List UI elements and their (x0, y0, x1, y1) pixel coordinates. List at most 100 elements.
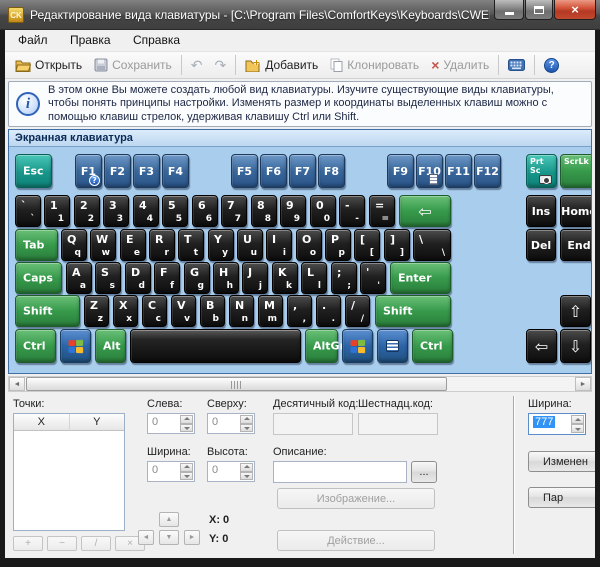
key-8[interactable]: 88 (251, 195, 277, 227)
key-space[interactable] (130, 329, 301, 363)
point-line-tool[interactable]: − (47, 536, 77, 551)
key-x[interactable]: Xx (113, 295, 138, 327)
key-c[interactable]: Cc (142, 295, 167, 327)
key-prtsc[interactable]: Prt Sc (526, 154, 557, 188)
key-z[interactable]: Zz (84, 295, 109, 327)
nudge-up-button[interactable]: ▲ (159, 512, 179, 527)
nudge-down-button[interactable]: ▼ (159, 530, 179, 545)
key-h[interactable]: Hh (213, 262, 239, 294)
maximize-button[interactable] (525, 0, 553, 20)
key-comma[interactable]: ,, (287, 295, 312, 327)
nudge-left-button[interactable]: ◄ (138, 530, 154, 545)
key-f5[interactable]: F5 (231, 154, 258, 188)
key-r[interactable]: Rr (149, 229, 175, 261)
key-end[interactable]: End (560, 229, 592, 261)
scroll-left-button[interactable]: ◄ (9, 377, 25, 391)
delete-button[interactable]: × Удалить (425, 55, 495, 75)
key-ctrl-right[interactable]: Ctrl (412, 329, 453, 363)
key-7[interactable]: 77 (221, 195, 247, 227)
key-9[interactable]: 99 (280, 195, 306, 227)
height-spinner[interactable]: 0 (207, 461, 255, 482)
key-backquote[interactable]: `` (15, 195, 41, 227)
key-p[interactable]: Pp (325, 229, 351, 261)
key-n[interactable]: Nn (229, 295, 254, 327)
key-f11[interactable]: F11 (445, 154, 472, 188)
left-spinner-arrows[interactable] (180, 415, 193, 432)
height-spinner-arrows[interactable] (240, 463, 253, 480)
key-del[interactable]: Del (526, 229, 556, 261)
clone-button[interactable]: Клонировать (324, 56, 425, 74)
image-button[interactable]: Изображение... (277, 488, 435, 509)
key-f8[interactable]: F8 (318, 154, 345, 188)
title-bar[interactable]: CK Редактирование вида клавиатуры - [C:\… (0, 0, 600, 30)
key-a[interactable]: Aa (66, 262, 92, 294)
key-period[interactable]: .. (316, 295, 341, 327)
key-ctrl-left[interactable]: Ctrl (15, 329, 56, 363)
key-u[interactable]: Uu (237, 229, 263, 261)
key-enter[interactable]: Enter (390, 262, 451, 294)
key-s[interactable]: Ss (95, 262, 121, 294)
key-w[interactable]: Ww (90, 229, 116, 261)
key-tab[interactable]: Tab (15, 229, 58, 261)
action-button[interactable]: Действие... (277, 530, 435, 551)
key-slash[interactable]: // (345, 295, 370, 327)
key-i[interactable]: Ii (266, 229, 292, 261)
top-spinner-arrows[interactable] (240, 415, 253, 432)
key-shift-right[interactable]: Shift (375, 295, 451, 327)
key-e[interactable]: Ee (120, 229, 146, 261)
key-esc[interactable]: Esc (15, 154, 52, 188)
key-k[interactable]: Kk (272, 262, 298, 294)
key-1[interactable]: 11 (44, 195, 70, 227)
scrollbar-thumb[interactable] (26, 377, 447, 391)
keyboard-view-button[interactable] (502, 57, 531, 73)
left-spinner[interactable]: 0 (147, 413, 195, 434)
key-v[interactable]: Vv (171, 295, 196, 327)
key-f4[interactable]: F4 (162, 154, 189, 188)
key-o[interactable]: Oo (296, 229, 322, 261)
key-f3[interactable]: F3 (133, 154, 160, 188)
key-g[interactable]: Gg (184, 262, 210, 294)
key-l[interactable]: Ll (301, 262, 327, 294)
open-button[interactable]: Открыть (9, 56, 88, 74)
key-backspace[interactable]: ⇦ (399, 195, 451, 227)
sidebar-width-spinner-arrows[interactable] (571, 415, 584, 433)
key-0[interactable]: 00 (310, 195, 336, 227)
key-m[interactable]: Mm (258, 295, 283, 327)
add-button[interactable]: Добавить (239, 56, 324, 74)
help-button[interactable]: ? (538, 56, 565, 75)
close-button[interactable]: × (554, 0, 596, 20)
key-home[interactable]: Home (560, 195, 592, 227)
key-d[interactable]: Dd (125, 262, 151, 294)
top-spinner[interactable]: 0 (207, 413, 255, 434)
key-rbracket[interactable]: ]] (384, 229, 410, 261)
key-arrow-left[interactable]: ⇦ (526, 329, 557, 363)
point-add-tool[interactable]: + (13, 536, 43, 551)
key-ins[interactable]: Ins (526, 195, 556, 227)
menu-edit[interactable]: Правка (61, 30, 120, 50)
horizontal-scrollbar[interactable]: ◄ ► (8, 376, 592, 392)
key-backslash[interactable]: \\ (413, 229, 451, 261)
point-curve-tool[interactable]: / (81, 536, 111, 551)
key-f[interactable]: Ff (154, 262, 180, 294)
key-win-left[interactable] (60, 329, 91, 363)
change-button[interactable]: Изменен (528, 451, 595, 472)
key-f1[interactable]: F1? (75, 154, 102, 188)
key-j[interactable]: Jj (242, 262, 268, 294)
key-f9[interactable]: F9 (387, 154, 414, 188)
key-quote[interactable]: '' (360, 262, 386, 294)
key-altgr[interactable]: AltGr (305, 329, 338, 363)
decimal-code-field[interactable] (273, 413, 353, 435)
key-semicolon[interactable]: ;; (331, 262, 357, 294)
key-t[interactable]: Tt (178, 229, 204, 261)
menu-help[interactable]: Справка (124, 30, 189, 50)
key-5[interactable]: 55 (162, 195, 188, 227)
description-field[interactable] (273, 461, 407, 483)
key-f10[interactable]: F10 (416, 154, 443, 188)
key-equals[interactable]: == (369, 195, 395, 227)
key-2[interactable]: 22 (74, 195, 100, 227)
width-spinner-arrows[interactable] (180, 463, 193, 480)
key-minus[interactable]: -- (339, 195, 365, 227)
scroll-right-button[interactable]: ► (575, 377, 591, 391)
description-browse-button[interactable]: ... (411, 461, 437, 483)
key-q[interactable]: Qq (61, 229, 87, 261)
